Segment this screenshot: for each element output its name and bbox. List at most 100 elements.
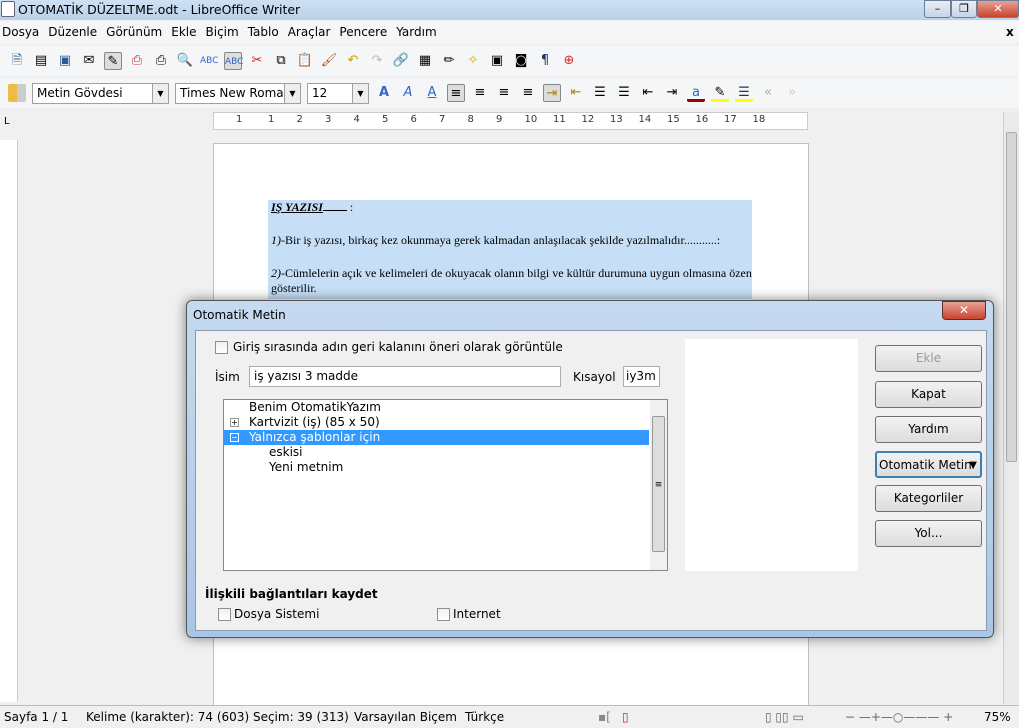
redo-icon[interactable]: ↷	[368, 52, 386, 70]
background-color-icon[interactable]: ☰	[735, 84, 753, 102]
scrollbar-thumb[interactable]: ≡	[652, 416, 665, 552]
zoom-slider[interactable]: − —+—○——— +	[845, 706, 953, 728]
tab-stop-icon[interactable]: L	[4, 116, 10, 127]
tree-item[interactable]: Yeni metnim	[224, 460, 649, 475]
close-button[interactable]: Kapat	[875, 381, 982, 408]
edit-mode-icon[interactable]: ✎	[104, 52, 122, 70]
autotext-tree[interactable]: Benim OtomatikYazım + Kartvizit (iş) (85 …	[223, 399, 668, 571]
underline-icon[interactable]: A	[423, 84, 441, 102]
save-icon[interactable]: ▣	[56, 52, 74, 70]
word-count[interactable]: Kelime (karakter): 74 (603) Seçim: 39 (3…	[86, 706, 349, 728]
formatting-marks-icon[interactable]: ¶	[536, 52, 554, 70]
align-center-icon[interactable]: ≡	[471, 84, 489, 102]
dialog-close-button[interactable]: ✕	[942, 301, 986, 320]
cut-icon[interactable]: ✂	[248, 52, 266, 70]
vertical-scrollbar[interactable]	[1003, 112, 1019, 704]
menu-tablo[interactable]: Tablo	[248, 25, 279, 39]
menu-gorunum[interactable]: Görünüm	[106, 25, 162, 39]
ruler-label: 4	[353, 114, 360, 125]
vertical-ruler[interactable]	[0, 140, 18, 702]
clone-formatting-icon[interactable]: 🖌	[320, 52, 338, 70]
table-icon[interactable]: ▦	[416, 52, 434, 70]
menu-yardim[interactable]: Yardım	[396, 25, 436, 39]
scrollbar-thumb[interactable]	[1006, 132, 1017, 462]
export-pdf-icon[interactable]: ⎙	[128, 52, 146, 70]
view-layout-icons[interactable]: ▯ ▯▯ ▭	[765, 706, 804, 728]
collapse-icon[interactable]: −	[230, 433, 239, 442]
paragraph-style-select[interactable]: Metin Gövdesi ▼	[32, 82, 169, 104]
internet-checkbox[interactable]	[437, 608, 450, 621]
navigator-icon[interactable]: ✧	[464, 52, 482, 70]
selection-mode-icon[interactable]: ▪[	[598, 706, 611, 728]
selected-text[interactable]: IŞ YAZISI : 1)-Bir iş yazısı, birkaç kez…	[268, 200, 752, 299]
print-preview-icon[interactable]: 🔍	[176, 52, 194, 70]
shortcut-input[interactable]: iy3m	[623, 366, 660, 387]
highlight-icon[interactable]: ✎	[711, 84, 729, 102]
chevron-down-icon: ▼	[152, 83, 168, 103]
horizontal-ruler[interactable]: 1 1 2 3 4 5 6 7 8 9 10 11 12 13 14 15 16 17 18	[213, 112, 808, 130]
maximize-button[interactable]: ❐	[951, 0, 977, 18]
name-input[interactable]: iş yazısı 3 madde	[249, 366, 561, 387]
bold-icon[interactable]: A	[375, 84, 393, 102]
zoom-level[interactable]: 75%	[984, 706, 1011, 728]
show-remainder-checkbox[interactable]	[215, 341, 228, 354]
tree-item-selected[interactable]: − Yalnızca şablonlar için	[224, 430, 649, 445]
standard-toolbar: 🗎 ▤ ▣ ✉ ✎ ⎙ ⎙ 🔍 ABC ABC ✂ ⧉ 📋 🖌 ↶ ↷ 🔗 ▦ …	[0, 46, 1019, 76]
gallery-icon[interactable]: ▣	[488, 52, 506, 70]
font-color-icon[interactable]: a	[687, 84, 705, 102]
tree-item[interactable]: Benim OtomatikYazım	[224, 400, 649, 415]
menu-pencere[interactable]: Pencere	[339, 25, 387, 39]
menu-dosya[interactable]: Dosya	[2, 25, 39, 39]
copy-icon[interactable]: ⧉	[272, 52, 290, 70]
minimize-button[interactable]: –	[924, 0, 951, 18]
tree-item[interactable]: eskisi	[224, 445, 649, 460]
styles-icon[interactable]	[8, 84, 26, 102]
page-count[interactable]: Sayfa 1 / 1	[4, 706, 68, 728]
categories-button[interactable]: Kategorliler	[875, 485, 982, 512]
justify-icon[interactable]: ≡	[519, 84, 537, 102]
path-button[interactable]: Yol...	[875, 520, 982, 547]
name-label: İsim	[215, 370, 240, 384]
italic-icon[interactable]: A	[399, 84, 417, 102]
page-style[interactable]: Varsayılan Biçem	[354, 706, 457, 728]
tree-item[interactable]: + Kartvizit (iş) (85 x 50)	[224, 415, 649, 430]
autotext-menu-button[interactable]: Otomatik Metin ▼	[875, 451, 982, 478]
align-left-icon[interactable]: ≡	[447, 84, 465, 102]
print-icon[interactable]: ⎙	[152, 52, 170, 70]
ltr-icon[interactable]: ⇥	[543, 84, 561, 102]
font-size-select[interactable]: 12 ▼	[307, 82, 369, 104]
help-button[interactable]: Yardım	[875, 416, 982, 443]
rtl-icon[interactable]: ⇤	[567, 84, 585, 102]
insert-button[interactable]: Ekle	[875, 345, 982, 372]
auto-spellcheck-icon[interactable]: ABC	[224, 52, 243, 70]
numbering-icon[interactable]: ☰	[591, 84, 609, 102]
align-right-icon[interactable]: ≡	[495, 84, 513, 102]
save-links-heading: İlişkili bağlantıları kaydet	[205, 587, 378, 601]
close-document-icon[interactable]: x	[1006, 21, 1014, 43]
help-icon[interactable]: ⊕	[560, 52, 578, 70]
increase-indent-icon[interactable]: ⇥	[663, 84, 681, 102]
menu-duzenle[interactable]: Düzenle	[48, 25, 97, 39]
paste-icon[interactable]: 📋	[296, 52, 314, 70]
close-window-button[interactable]: ✕	[977, 0, 1019, 18]
undo-icon[interactable]: ↶	[344, 52, 362, 70]
email-icon[interactable]: ✉	[80, 52, 98, 70]
spellcheck-icon[interactable]: ABC	[200, 52, 218, 70]
menu-ekle[interactable]: Ekle	[171, 25, 196, 39]
file-system-checkbox[interactable]	[218, 608, 231, 621]
bullets-icon[interactable]: ☰	[615, 84, 633, 102]
next-icon[interactable]: »	[783, 84, 801, 102]
hyperlink-icon[interactable]: 🔗	[392, 52, 410, 70]
menu-araclar[interactable]: Araçlar	[288, 25, 331, 39]
new-icon[interactable]: 🗎	[8, 52, 26, 70]
language[interactable]: Türkçe	[465, 706, 504, 728]
decrease-indent-icon[interactable]: ⇤	[639, 84, 657, 102]
previous-icon[interactable]: «	[759, 84, 777, 102]
draw-icon[interactable]: ✏	[440, 52, 458, 70]
expand-icon[interactable]: +	[230, 418, 239, 427]
menu-bicim[interactable]: Biçim	[206, 25, 239, 39]
data-sources-icon[interactable]: ◙	[512, 52, 530, 70]
tree-scrollbar[interactable]: ≡	[650, 400, 667, 570]
open-icon[interactable]: ▤	[32, 52, 50, 70]
font-name-select[interactable]: Times New Roman ▼	[175, 82, 301, 104]
